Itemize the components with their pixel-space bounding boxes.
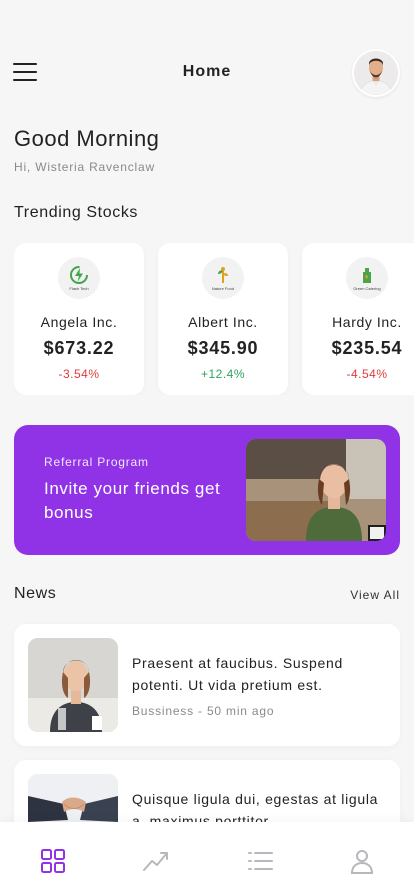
greeting-subtitle: Hi, Wisteria Ravenclaw [14, 160, 155, 174]
trending-stocks-list: Flash Tech Angela Inc. $673.22 -3.54% Na… [14, 243, 414, 395]
stock-card-hardy[interactable]: Green Catering Hardy Inc. $235.54 -4.54% [302, 243, 414, 395]
stock-logo-text: Flash Tech [69, 286, 89, 291]
stock-change: -3.54% [58, 367, 100, 381]
trending-stocks-title: Trending Stocks [14, 204, 139, 221]
stock-name: Hardy Inc. [332, 314, 402, 330]
referral-label: Referral Program [44, 455, 149, 469]
stock-name: Albert Inc. [188, 314, 258, 330]
stock-name: Angela Inc. [40, 314, 118, 330]
bottom-tab-bar [0, 822, 414, 896]
stock-change: +12.4% [200, 367, 246, 381]
list-icon[interactable] [245, 846, 275, 876]
referral-banner[interactable]: Referral Program Invite your friends get… [14, 425, 400, 555]
news-item[interactable]: Praesent at faucibus. Suspend potenti. U… [14, 624, 400, 746]
referral-photo [246, 439, 386, 541]
profile-icon[interactable] [347, 846, 377, 876]
stock-price: $673.22 [43, 338, 115, 358]
stock-card-albert[interactable]: Nature Food Albert Inc. $345.90 +12.4% [158, 243, 288, 395]
stock-change: -4.54% [346, 367, 388, 381]
view-all-link[interactable]: View All [350, 588, 400, 602]
app-header: Home [0, 44, 414, 100]
news-title: Praesent at faucibus. Suspend potenti. U… [132, 655, 343, 693]
dashboard-grid-icon[interactable] [38, 846, 68, 876]
trend-chart-icon[interactable] [141, 846, 171, 876]
news-title: News [14, 585, 57, 602]
news-photo [28, 638, 118, 732]
stock-price: $235.54 [331, 338, 403, 358]
stock-card-angela[interactable]: Flash Tech Angela Inc. $673.22 -3.54% [14, 243, 144, 395]
stock-price: $345.90 [187, 338, 259, 358]
news-meta: Bussiness - 50 min ago [132, 704, 275, 718]
avatar[interactable] [352, 49, 400, 97]
stock-logo-text: Nature Food [211, 286, 235, 291]
greeting-title: Good Morning [14, 126, 160, 151]
plant-icon: Nature Food [202, 257, 244, 299]
lightning-bolt-icon: Flash Tech [58, 257, 100, 299]
referral-headline: Invite your friends get bonus [44, 479, 221, 522]
green-bottle-icon: Green Catering [346, 257, 388, 299]
stock-logo-text: Green Catering [353, 286, 381, 291]
